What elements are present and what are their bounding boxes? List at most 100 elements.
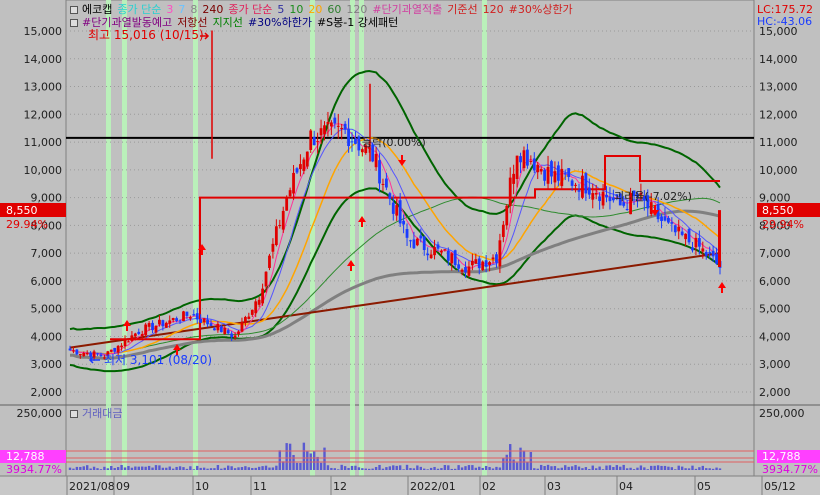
- candle-body: [591, 193, 595, 200]
- candle-body: [488, 262, 491, 266]
- volume-bar: [711, 468, 715, 470]
- volume-bar: [337, 469, 340, 470]
- legend-item: 120: [346, 3, 368, 16]
- candle-body: [305, 151, 309, 167]
- candle-body: [161, 320, 165, 327]
- volume-bar: [684, 468, 687, 470]
- candle-body: [495, 254, 498, 263]
- price-tick-left: 2,000: [31, 386, 63, 399]
- candle-body: [415, 238, 419, 246]
- volume-bar: [433, 466, 436, 470]
- candlestick-chart[interactable]: 2,000 2,000 3,000 3,000 4,000 4,000 5,000 5,000…: [0, 0, 820, 495]
- candle-body: [312, 136, 316, 146]
- candle-body: [598, 196, 602, 202]
- volume-bar: [464, 466, 467, 470]
- candle-body: [460, 269, 464, 272]
- toggle-square-icon[interactable]: [70, 19, 78, 27]
- volume-bar: [491, 468, 495, 470]
- candle-body: [680, 231, 684, 235]
- candle-body: [708, 252, 712, 254]
- price-tick-right: 6,000: [759, 275, 791, 288]
- price-tick-left: 7,000: [31, 247, 63, 260]
- candle-body: [154, 325, 158, 333]
- price-tick-left: 13,000: [24, 81, 63, 94]
- candle-body: [202, 318, 206, 323]
- volume-bar: [371, 468, 374, 470]
- candle-body: [133, 333, 137, 337]
- candle-body: [285, 197, 289, 211]
- candle-body: [261, 288, 264, 304]
- price-tick-right: 13,000: [759, 81, 798, 94]
- candle-body: [684, 233, 688, 240]
- volume-bar: [154, 465, 158, 470]
- legend-item: 20: [308, 3, 323, 16]
- volume-bar: [639, 465, 643, 470]
- candle-body: [574, 184, 577, 186]
- candle-body: [694, 237, 698, 248]
- volume-bar: [209, 468, 213, 470]
- volume-bar: [354, 465, 357, 470]
- volume-bar: [460, 467, 464, 470]
- x-tick-label: 04: [619, 480, 633, 493]
- volume-bar: [667, 466, 670, 470]
- volume-bar: [409, 468, 412, 470]
- candle-body: [243, 317, 247, 323]
- volume-bar: [553, 466, 557, 470]
- candle-body: [164, 322, 168, 328]
- legend-item: 에코캡: [82, 3, 113, 16]
- volume-bar: [670, 467, 674, 470]
- volume-bar: [701, 465, 705, 470]
- toggle-square-icon[interactable]: [70, 6, 78, 14]
- candle-body: [271, 243, 275, 252]
- candle-body: [412, 239, 416, 249]
- candle-body: [605, 194, 608, 198]
- volume-bar: [378, 464, 381, 470]
- volume-bar: [161, 467, 165, 470]
- candle-body: [529, 160, 533, 162]
- volume-bar: [632, 469, 636, 470]
- candle-body: [309, 130, 313, 150]
- candle-body: [209, 323, 213, 326]
- volume-bar: [347, 467, 350, 470]
- volume-bar: [319, 462, 323, 470]
- price-tick-left: 9,000: [31, 192, 63, 205]
- candle-body: [474, 259, 478, 264]
- volume-bar: [96, 468, 99, 470]
- volume-bar: [113, 468, 116, 470]
- volume-bar: [182, 467, 185, 470]
- volume-bar: [168, 466, 171, 470]
- candle-body: [68, 348, 72, 351]
- candle-body: [433, 247, 436, 256]
- legend-item: #30%상한가: [508, 3, 573, 16]
- volume-bar: [123, 467, 127, 470]
- candle-body: [127, 341, 130, 343]
- volume-bar: [405, 464, 409, 470]
- candle-body: [522, 150, 526, 169]
- price-tick-left: 15,000: [24, 25, 63, 38]
- candle-body: [354, 138, 357, 144]
- volume-bar: [220, 468, 223, 470]
- volume-bar: [326, 465, 330, 470]
- volume-bar: [189, 466, 192, 470]
- candle-body: [219, 326, 223, 333]
- volume-bar: [495, 466, 498, 470]
- candle-body: [240, 322, 244, 332]
- toggle-square-icon[interactable]: [70, 410, 78, 418]
- volume-bar: [591, 465, 594, 470]
- volume-bar: [450, 468, 453, 470]
- legend-item: 240: [202, 3, 224, 16]
- volume-bar: [522, 450, 526, 470]
- volume-bar: [457, 465, 460, 470]
- volume-bar: [436, 468, 440, 470]
- volume-bar: [612, 466, 615, 470]
- volume-bar: [574, 465, 577, 470]
- volume-bar: [206, 468, 209, 470]
- candle-body: [216, 323, 220, 331]
- candle-body: [446, 250, 450, 261]
- volume-bar: [608, 465, 612, 470]
- candle-body: [512, 173, 516, 184]
- highlight-column: [106, 0, 111, 476]
- volume-bar: [698, 467, 701, 470]
- price-pct-left: 29.94%: [6, 218, 48, 231]
- highlight-column: [193, 0, 198, 476]
